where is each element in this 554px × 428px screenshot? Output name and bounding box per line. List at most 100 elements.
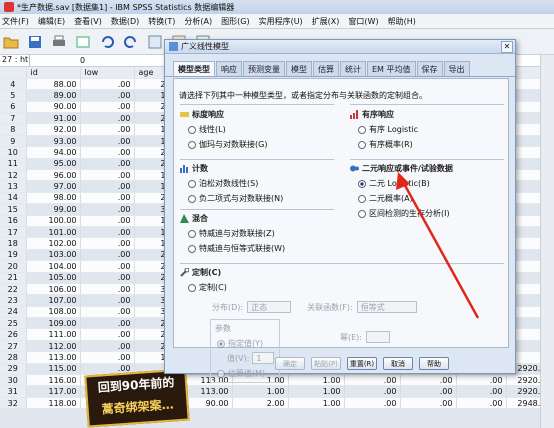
menu-data[interactable]: 数据(D) (111, 16, 139, 27)
radio-linear[interactable]: 线性(L) (188, 124, 267, 135)
table-cell[interactable]: .00 (400, 397, 457, 410)
redo-icon[interactable] (122, 33, 140, 51)
table-cell[interactable]: .00 (80, 101, 135, 114)
table-cell[interactable]: 94.00 (26, 146, 81, 159)
table-cell[interactable]: 102.00 (26, 237, 81, 250)
table-cell[interactable]: .00 (80, 89, 135, 102)
table-cell[interactable]: .00 (80, 192, 135, 205)
tab-predictors[interactable]: 预测变量 (243, 61, 285, 76)
link-function-select[interactable]: 恒等式 (356, 301, 417, 313)
tab-save[interactable]: 保存 (416, 61, 443, 76)
menu-extensions[interactable]: 扩展(X) (312, 16, 340, 27)
radio-interval-censored[interactable]: 区间检测的生存分析(I) (358, 208, 453, 219)
table-cell[interactable]: .00 (80, 249, 135, 262)
radio-ordinal-logistic[interactable]: 有序 Logistic (358, 124, 418, 135)
table-cell[interactable]: 113.00 (26, 351, 81, 364)
tab-model-type[interactable]: 模型类型 (173, 61, 215, 76)
right-scroll-panel[interactable] (540, 55, 554, 428)
table-cell[interactable]: 101.00 (26, 226, 81, 239)
cell-value[interactable]: 0 (30, 56, 85, 65)
table-cell[interactable]: .00 (80, 146, 135, 159)
table-cell[interactable]: 2.00 (232, 397, 289, 410)
table-cell[interactable]: 106.00 (26, 283, 81, 296)
table-cell[interactable]: 116.00 (26, 374, 81, 387)
table-cell[interactable]: .00 (80, 306, 135, 319)
ok-button[interactable]: 确定 (275, 357, 305, 370)
radio-gamma-log[interactable]: 伽玛与对数联接(G) (188, 139, 267, 150)
tab-model[interactable]: 模型 (286, 61, 312, 76)
menu-view[interactable]: 查看(V) (74, 16, 102, 27)
table-cell[interactable]: 107.00 (26, 294, 81, 307)
menu-edit[interactable]: 编辑(E) (38, 16, 65, 27)
table-cell[interactable]: 93.00 (26, 135, 81, 148)
table-cell[interactable]: .00 (80, 158, 135, 171)
table-cell[interactable]: 95.00 (26, 158, 81, 171)
cancel-button[interactable]: 取消 (383, 357, 413, 370)
table-cell[interactable]: 108.00 (26, 306, 81, 319)
column-header-low[interactable]: low (80, 67, 135, 79)
table-cell[interactable]: 111.00 (26, 328, 81, 341)
table-cell[interactable]: .00 (80, 283, 135, 296)
menu-utilities[interactable]: 实用程序(U) (259, 16, 303, 27)
menu-window[interactable]: 窗口(W) (348, 16, 378, 27)
radio-poisson[interactable]: 泊松对数线性(S) (188, 178, 283, 189)
value-input[interactable]: 1 (252, 352, 275, 364)
table-cell[interactable]: 104.00 (26, 260, 81, 273)
radio-negative-binomial[interactable]: 负二项式与对数联接(N) (188, 193, 283, 204)
table-cell[interactable]: .00 (80, 215, 135, 227)
table-cell[interactable]: .00 (80, 135, 135, 148)
table-cell[interactable]: .00 (80, 237, 135, 250)
table-cell[interactable]: .00 (80, 340, 135, 353)
table-cell[interactable]: 98.00 (26, 192, 81, 205)
table-cell[interactable]: 118.00 (26, 397, 81, 410)
table-cell[interactable]: 91.00 (26, 112, 81, 125)
close-icon[interactable]: ✕ (501, 40, 513, 53)
table-cell[interactable]: 90.00 (26, 101, 81, 114)
table-cell[interactable]: .00 (344, 385, 401, 398)
tab-response[interactable]: 响应 (216, 61, 242, 76)
help-button[interactable]: 帮助 (419, 357, 449, 370)
menu-help[interactable]: 帮助(H) (388, 16, 416, 27)
table-cell[interactable]: .00 (456, 385, 507, 398)
table-cell[interactable]: 109.00 (26, 317, 81, 330)
table-cell[interactable]: .00 (80, 294, 135, 307)
menu-graphs[interactable]: 图形(G) (221, 16, 249, 27)
table-cell[interactable]: 115.00 (26, 363, 81, 376)
radio-binary-probit[interactable]: 二元概率(A) (358, 193, 453, 204)
table-cell[interactable]: 99.00 (26, 203, 81, 216)
tab-em-means[interactable]: EM 平均值 (367, 61, 416, 76)
table-cell[interactable]: 100.00 (26, 215, 81, 227)
column-header-id[interactable]: id (26, 67, 81, 79)
table-cell[interactable]: .00 (80, 203, 135, 216)
table-cell[interactable]: 92.00 (26, 123, 81, 136)
table-cell[interactable]: 88.00 (26, 78, 81, 91)
open-folder-icon[interactable] (2, 33, 20, 51)
menu-analyze[interactable]: 分析(A) (184, 16, 212, 27)
table-cell[interactable]: 89.00 (26, 89, 81, 102)
radio-tweedie-identity[interactable]: 特威迪与恒等式联接(W) (188, 243, 285, 254)
table-cell[interactable]: .00 (80, 78, 135, 91)
table-cell[interactable]: .00 (80, 226, 135, 239)
table-cell[interactable]: .00 (344, 397, 401, 410)
table-cell[interactable]: 1.00 (288, 385, 345, 398)
table-cell[interactable]: .00 (80, 260, 135, 273)
radio-specify-value[interactable]: 指定值(Y) (217, 338, 275, 349)
table-cell[interactable]: .00 (456, 397, 507, 410)
table-cell[interactable]: .00 (80, 351, 135, 364)
radio-tweedie-log[interactable]: 特威迪与对数联接(Z) (188, 228, 285, 239)
dialog-recall-icon[interactable] (74, 33, 92, 51)
table-cell[interactable]: .00 (80, 317, 135, 330)
table-cell[interactable]: 96.00 (26, 169, 81, 182)
power-input[interactable] (366, 331, 390, 343)
table-cell[interactable]: 112.00 (26, 340, 81, 353)
menu-file[interactable]: 文件(F) (2, 16, 29, 27)
table-cell[interactable]: 117.00 (26, 385, 81, 398)
table-cell[interactable]: .00 (400, 385, 457, 398)
print-icon[interactable] (50, 33, 68, 51)
radio-ordinal-probit[interactable]: 有序概率(R) (358, 139, 418, 150)
tab-export[interactable]: 导出 (443, 61, 470, 76)
table-cell[interactable]: 1.00 (232, 385, 289, 398)
radio-custom[interactable]: 定制(C) (188, 282, 504, 293)
menu-transform[interactable]: 转换(T) (148, 16, 175, 27)
reset-button[interactable]: 重置(R) (347, 357, 377, 370)
